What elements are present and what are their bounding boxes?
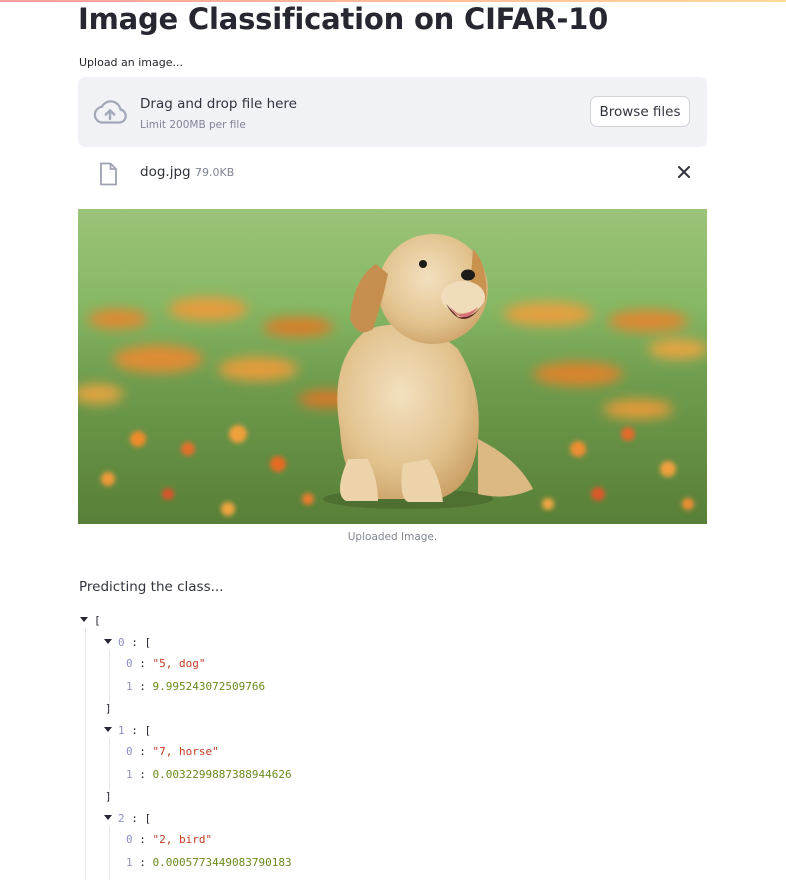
dropzone-limit: Limit 200MB per file [140, 119, 246, 131]
json-label-row: 0 : "7, horse" [126, 745, 219, 758]
uploaded-file-row: dog.jpg 79.0KB [78, 155, 707, 193]
uploaded-image [78, 209, 707, 524]
collapse-toggle-icon[interactable] [104, 815, 112, 820]
predicting-text: Predicting the class... [79, 579, 224, 595]
file-icon [100, 162, 117, 186]
json-guide-line [109, 650, 110, 702]
browse-files-button[interactable]: Browse files [590, 96, 690, 127]
json-label-row: 0 : "2, bird" [126, 833, 213, 846]
collapse-toggle-icon[interactable] [104, 727, 112, 732]
file-size: 79.0KB [195, 166, 235, 179]
json-item-header: 1 : [ [118, 724, 152, 737]
dropzone-instructions: Drag and drop file here [140, 96, 297, 112]
image-caption: Uploaded Image. [347, 531, 438, 543]
json-open-bracket: [ [94, 614, 101, 627]
page-title: Image Classification on CIFAR-10 [78, 2, 609, 36]
collapse-toggle-icon[interactable] [80, 617, 88, 622]
json-guide-line [109, 826, 110, 880]
remove-file-icon[interactable] [674, 162, 694, 182]
dog-photo [78, 209, 707, 524]
json-label-row: 0 : "5, dog" [126, 657, 206, 670]
json-close-bracket: ] [105, 702, 112, 715]
cloud-upload-icon [93, 100, 127, 124]
json-viewer: [ 0 : [ 0 : "5, dog" 1 : 9.9952430725097… [78, 610, 718, 880]
json-item-header: 0 : [ [118, 636, 152, 649]
file-dropzone[interactable]: Drag and drop file here Limit 200MB per … [78, 77, 707, 147]
json-score-row: 1 : 9.995243072509766 [126, 680, 266, 693]
json-close-bracket: ] [105, 790, 112, 803]
collapse-toggle-icon[interactable] [104, 639, 112, 644]
uploader-label: Upload an image... [79, 56, 184, 69]
json-guide-line [109, 738, 110, 790]
json-item-header: 2 : [ [118, 812, 152, 825]
json-score-row: 1 : 0.0005773449083790183 [126, 856, 292, 869]
json-score-row: 1 : 0.0032299887388944626 [126, 768, 292, 781]
file-name: dog.jpg [140, 164, 191, 180]
json-guide-line [85, 628, 86, 880]
